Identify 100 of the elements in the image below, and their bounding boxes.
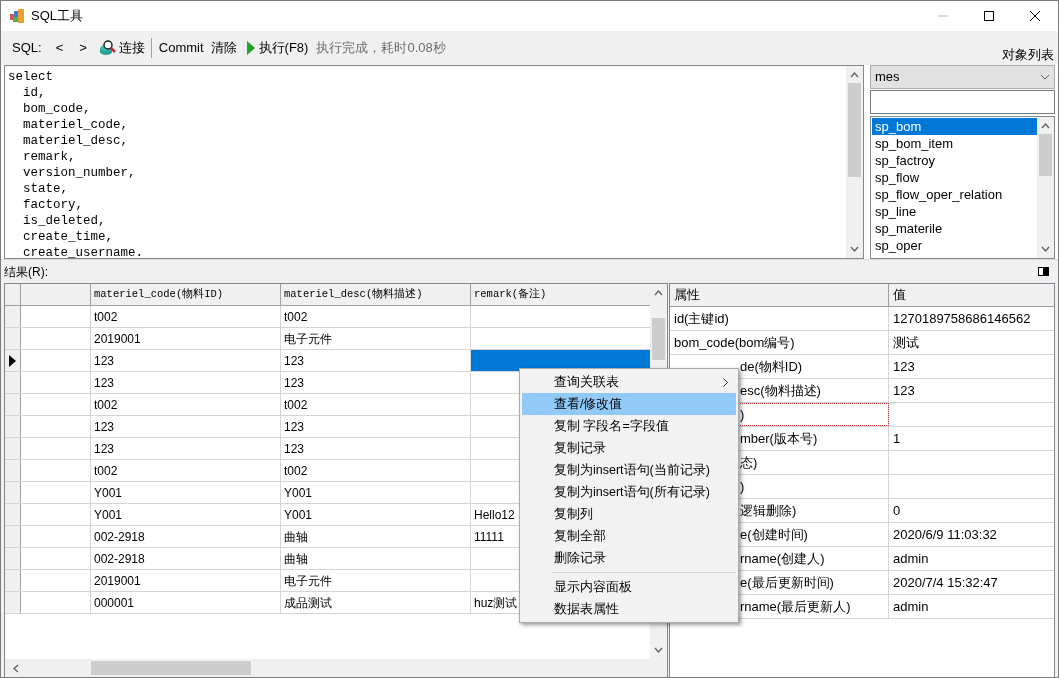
table-cell-text: 123: [94, 418, 115, 436]
table-cell-text: Y001: [94, 484, 123, 502]
table-cell-text: 002-2918: [94, 550, 145, 568]
code-line: materiel_desc,: [22, 134, 129, 148]
table-cell-text: 电子元件: [284, 330, 332, 348]
property-name: ): [740, 477, 745, 496]
property-value: 123: [893, 357, 915, 376]
clear-button[interactable]: 清除: [210, 38, 237, 58]
menu-item[interactable]: 复制列: [522, 503, 736, 525]
property-name: esc(物料描述): [740, 381, 821, 400]
column-header[interactable]: materiel_desc(物料描述): [284, 286, 423, 303]
table-list-item[interactable]: sp_bom_item: [872, 135, 1037, 152]
commit-button[interactable]: Commit: [158, 38, 204, 58]
column-header[interactable]: 值: [893, 285, 906, 305]
column-header[interactable]: 属性: [674, 285, 700, 305]
table-cell-text: 2019001: [94, 572, 141, 590]
table-cell-text: 123: [284, 418, 305, 436]
table-cell-text: 002-2918: [94, 528, 145, 546]
object-list-label: 对象列表: [1002, 45, 1054, 64]
table-cell-text: 123: [284, 352, 305, 370]
table-cell-text: 123: [94, 352, 115, 370]
property-name: e(创建时间): [740, 525, 808, 544]
table-cell-text: 2019001: [94, 330, 141, 348]
table-cell-text: 123: [94, 440, 115, 458]
code-line: state,: [22, 182, 68, 196]
table-list-item[interactable]: sp_factroy: [872, 152, 1037, 169]
search-field[interactable]: [870, 90, 1055, 114]
status-text: 执行完成，耗时0.08秒: [316, 39, 446, 58]
property-name: mber(版本号): [740, 429, 818, 448]
property-name: rname(创建人): [740, 549, 825, 568]
code-line: is_deleted,: [22, 214, 106, 228]
scrollbar-thumb[interactable]: [848, 83, 861, 177]
chevron-down-icon: [1040, 74, 1050, 80]
menu-item[interactable]: 查询关联表: [522, 371, 736, 393]
code-line: materiel_code,: [22, 118, 129, 132]
results-label: 结果(R):: [4, 263, 48, 281]
property-value: admin: [893, 597, 929, 616]
table-cell-text: 123: [94, 374, 115, 392]
menu-item[interactable]: 复制为insert语句(当前记录): [522, 459, 736, 481]
sql-editor[interactable]: select id, bom_code, materiel_code, materiel_desc, remark, version_number, state, factory, is_deleted, create_time, create_username.: [4, 65, 864, 259]
property-name: rname(最后更新人): [740, 597, 851, 616]
property-value: 2020/6/9 11:03:32: [893, 525, 997, 544]
property-name: id(主键id): [674, 309, 729, 328]
scroll-down-icon: [654, 647, 663, 653]
table-list-item[interactable]: sp_flow_oper_relation: [872, 186, 1037, 203]
property-name: 逻辑删除): [740, 501, 797, 520]
table-cell-text: t002: [94, 308, 118, 326]
code-line: id,: [22, 86, 46, 100]
table-cell-text: huz测试: [474, 594, 518, 612]
menu-item[interactable]: 删除记录: [522, 547, 736, 569]
next-button[interactable]: >: [77, 38, 89, 58]
table-cell-text: Hello12: [474, 506, 515, 524]
previous-button[interactable]: <: [53, 38, 66, 58]
menu-item[interactable]: 显示内容面板: [522, 576, 736, 598]
code-line: create_time,: [22, 230, 114, 244]
scrollbar-thumb[interactable]: [652, 318, 665, 360]
table-cell-text: 曲轴: [284, 550, 308, 568]
scroll-up-icon: [850, 72, 859, 78]
connect-button[interactable]: 连接: [98, 38, 145, 58]
property-name: de(物料ID): [740, 357, 803, 376]
code-line: version_number,: [22, 166, 136, 180]
table-cell-text: 123: [284, 440, 305, 458]
table-cell-text: Y001: [94, 506, 123, 524]
panel-toggle-icon[interactable]: [1038, 267, 1049, 276]
close-icon: [1030, 11, 1040, 21]
scroll-up-icon: [1041, 123, 1050, 129]
property-name: e(最后更新时间): [740, 573, 834, 592]
object-list[interactable]: sp_bom sp_bom_item sp_factroy sp_flow sp_flow_oper_relation sp_line sp_materile sp_oper: [870, 116, 1055, 259]
scroll-down-icon: [850, 246, 859, 252]
code-line: create_username.: [22, 246, 144, 258]
database-dropdown[interactable]: mes: [870, 65, 1055, 89]
table-list-item[interactable]: sp_bom: [872, 118, 1037, 135]
table-cell-text: 000001: [94, 594, 135, 612]
table-list-item[interactable]: sp_oper: [872, 237, 1037, 254]
table-cell-text: t002: [94, 396, 118, 414]
table-list-item[interactable]: sp_materile: [872, 220, 1037, 237]
table-cell-text: 11111: [474, 528, 504, 546]
menu-item[interactable]: 复制记录: [522, 437, 736, 459]
menu-item[interactable]: 复制全部: [522, 525, 736, 547]
play-icon: [246, 41, 255, 55]
column-header[interactable]: materiel_code(物料ID): [94, 286, 224, 303]
row-header[interactable]: [5, 350, 21, 371]
vertical-scrollbar[interactable]: [1037, 117, 1054, 258]
execute-button[interactable]: 执行(F8): [246, 38, 309, 58]
menu-item[interactable]: 查看/修改值: [522, 393, 736, 415]
database-search-icon: [98, 40, 117, 56]
table-cell-text: t002: [284, 308, 308, 326]
scrollbar-thumb[interactable]: [1039, 134, 1052, 176]
table-list-item[interactable]: sp_flow: [872, 169, 1037, 186]
table-cell-text: 电子元件: [284, 572, 332, 590]
property-value: 1270189758686146562: [893, 309, 1031, 328]
menu-item[interactable]: 数据表属性: [522, 598, 736, 620]
column-header[interactable]: remark(备注): [474, 286, 547, 303]
scrollbar-thumb[interactable]: [91, 661, 251, 675]
property-name: bom_code(bom编号): [674, 333, 795, 352]
horizontal-scrollbar[interactable]: [5, 659, 667, 677]
table-list-item[interactable]: sp_line: [872, 203, 1037, 220]
property-value: 123: [893, 381, 915, 400]
vertical-scrollbar[interactable]: [846, 66, 863, 258]
menu-item[interactable]: 复制为insert语句(所有记录): [522, 481, 736, 503]
